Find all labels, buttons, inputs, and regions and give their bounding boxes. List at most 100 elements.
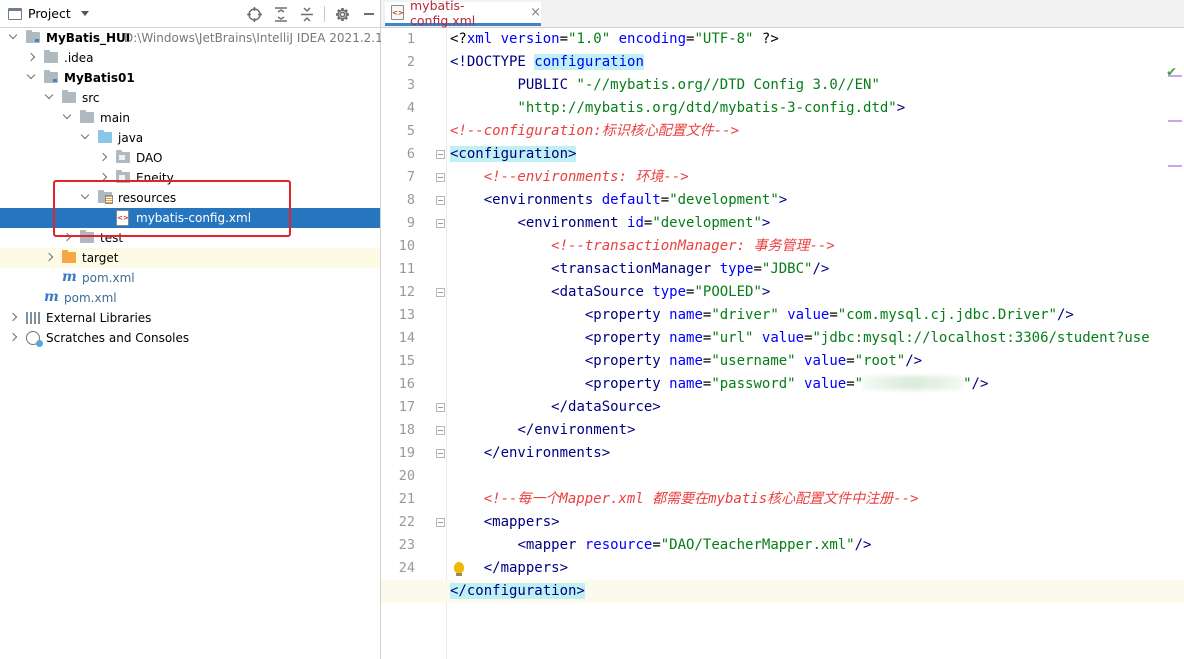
collapse-all-icon[interactable] — [298, 6, 315, 23]
code-area[interactable]: 1234567891011121314151617181920212223242… — [381, 28, 1184, 659]
chevron-right-icon[interactable] — [8, 312, 18, 322]
tree-item-label: Eneity — [136, 171, 174, 185]
code-line[interactable]: </configuration> — [381, 580, 1184, 603]
tree-item[interactable]: test — [0, 228, 380, 248]
fold-marker-icon[interactable] — [436, 288, 445, 297]
tree-item[interactable]: resources — [0, 188, 380, 208]
scrollbar-marker[interactable] — [1168, 120, 1182, 122]
code-token: "-//mybatis.org//DTD Config 3.0//EN" — [576, 77, 880, 93]
tree-item[interactable]: src — [0, 88, 380, 108]
code-line[interactable]: <!--每一个Mapper.xml 都需要在mybatis核心配置文件中注册--… — [450, 488, 1184, 511]
line-number: 12 — [398, 284, 415, 300]
editor-tab-mybatis-config[interactable]: <> mybatis-config.xml × — [385, 0, 541, 28]
code-line[interactable]: <mappers> — [450, 511, 1184, 534]
gear-icon[interactable] — [334, 6, 351, 23]
chevron-down-icon[interactable] — [80, 190, 90, 200]
tree-item[interactable]: java — [0, 128, 380, 148]
locate-file-icon[interactable] — [246, 6, 263, 23]
tree-item[interactable]: Eneity — [0, 168, 380, 188]
code-line[interactable]: <property name="url" value="jdbc:mysql:/… — [450, 327, 1184, 350]
code-line[interactable] — [450, 465, 1184, 488]
no-problems-check-icon[interactable]: ✔ — [1167, 62, 1176, 80]
code-token: default — [601, 192, 661, 208]
code-token: /> — [1056, 307, 1074, 323]
code-line[interactable]: <property name="username" value="root"/> — [450, 350, 1184, 373]
code-line[interactable]: <!--environments: 环境--> — [450, 166, 1184, 189]
tree-item-label: test — [100, 231, 124, 245]
chevron-down-icon[interactable] — [44, 90, 54, 100]
tree-item[interactable]: MyBatis_HUI D:\Windows\JetBrains\IntelliJ… — [0, 28, 394, 48]
chevron-right-icon[interactable] — [8, 332, 18, 342]
chevron-down-icon[interactable] — [26, 70, 36, 80]
chevron-right-icon[interactable] — [44, 252, 54, 262]
panel-toolbar — [246, 0, 374, 28]
code-line[interactable]: <configuration> — [450, 143, 1184, 166]
xml-file-icon: <> — [116, 210, 129, 226]
fold-marker-icon[interactable] — [436, 403, 445, 412]
chevron-right-icon[interactable] — [98, 152, 108, 162]
code-line[interactable]: </environments> — [450, 442, 1184, 465]
fold-marker-icon[interactable] — [436, 449, 445, 458]
code-line[interactable]: <mapper resource="DAO/TeacherMapper.xml"… — [450, 534, 1184, 557]
scrollbar-marker[interactable] — [1168, 165, 1182, 167]
code-line[interactable]: <property name="driver" value="com.mysql… — [450, 304, 1184, 327]
code-line[interactable]: <dataSource type="POOLED"> — [450, 281, 1184, 304]
project-view-selector[interactable]: Project — [28, 6, 71, 21]
code-line[interactable]: </mappers> — [450, 557, 1184, 580]
code-token: "development" — [652, 215, 762, 231]
code-line[interactable]: PUBLIC "-//mybatis.org//DTD Config 3.0//… — [450, 74, 1184, 97]
scrollbar-marker[interactable] — [1168, 75, 1182, 77]
tree-item[interactable]: m pom.xml — [0, 268, 380, 288]
chevron-right-icon[interactable] — [26, 52, 36, 62]
code-line[interactable]: "http://mybatis.org/dtd/mybatis-3-config… — [450, 97, 1184, 120]
fold-marker-icon[interactable] — [436, 219, 445, 228]
tree-item-label: .idea — [64, 51, 94, 65]
tree-item[interactable]: <> mybatis-config.xml — [0, 208, 380, 228]
code-line[interactable]: </environment> — [450, 419, 1184, 442]
intention-bulb-icon[interactable] — [454, 562, 464, 576]
close-icon[interactable]: × — [530, 5, 541, 20]
tree-item[interactable]: MyBatis01 — [0, 68, 380, 88]
code-line[interactable]: <!DOCTYPE configuration — [450, 51, 1184, 74]
tree-item-label: resources — [118, 191, 177, 205]
hide-panel-icon[interactable] — [364, 13, 374, 15]
tree-item[interactable]: main — [0, 108, 380, 128]
chevron-down-icon[interactable] — [80, 130, 90, 140]
code-token: "development" — [669, 192, 779, 208]
fold-marker-icon[interactable] — [436, 196, 445, 205]
code-line[interactable]: <!--configuration:标识核心配置文件--> — [450, 120, 1184, 143]
chevron-down-icon[interactable] — [62, 110, 72, 120]
tree-item[interactable]: .idea — [0, 48, 380, 68]
code-line[interactable]: <?xml version="1.0" encoding="UTF-8" ?> — [450, 28, 1184, 51]
code-token: <environment — [517, 215, 628, 231]
tree-item[interactable]: m pom.xml — [0, 288, 380, 308]
code-line[interactable]: <environment id="development"> — [450, 212, 1184, 235]
expand-all-icon[interactable] — [272, 6, 289, 23]
code-line[interactable]: <environments default="development"> — [450, 189, 1184, 212]
code-line[interactable]: <!--transactionManager: 事务管理--> — [450, 235, 1184, 258]
fold-marker-icon[interactable] — [436, 518, 445, 527]
tree-item[interactable]: target — [0, 248, 380, 268]
line-number: 13 — [398, 307, 415, 323]
chevron-down-icon[interactable] — [80, 11, 89, 16]
fold-marker-icon[interactable] — [436, 426, 445, 435]
chevron-right-icon[interactable] — [62, 232, 72, 242]
chevron-right-icon[interactable] — [98, 172, 108, 182]
code-line[interactable]: <property name="password" value=" "/> — [450, 373, 1184, 396]
tree-item[interactable]: Scratches and Consoles — [0, 328, 380, 348]
code-token: > — [761, 215, 771, 231]
chevron-down-icon[interactable] — [8, 30, 18, 40]
line-number: 17 — [398, 399, 415, 415]
code-line[interactable]: <transactionManager type="JDBC"/> — [450, 258, 1184, 281]
fold-marker-icon[interactable] — [436, 173, 445, 182]
code-token: ?> — [753, 31, 779, 47]
code-token: = — [660, 192, 670, 208]
tree-item[interactable]: External Libraries — [0, 308, 380, 328]
code-line[interactable]: </dataSource> — [450, 396, 1184, 419]
fold-marker-icon[interactable] — [436, 150, 445, 159]
editor-tab-label: mybatis-config.xml — [410, 0, 476, 28]
tree-item[interactable]: DAO — [0, 148, 380, 168]
